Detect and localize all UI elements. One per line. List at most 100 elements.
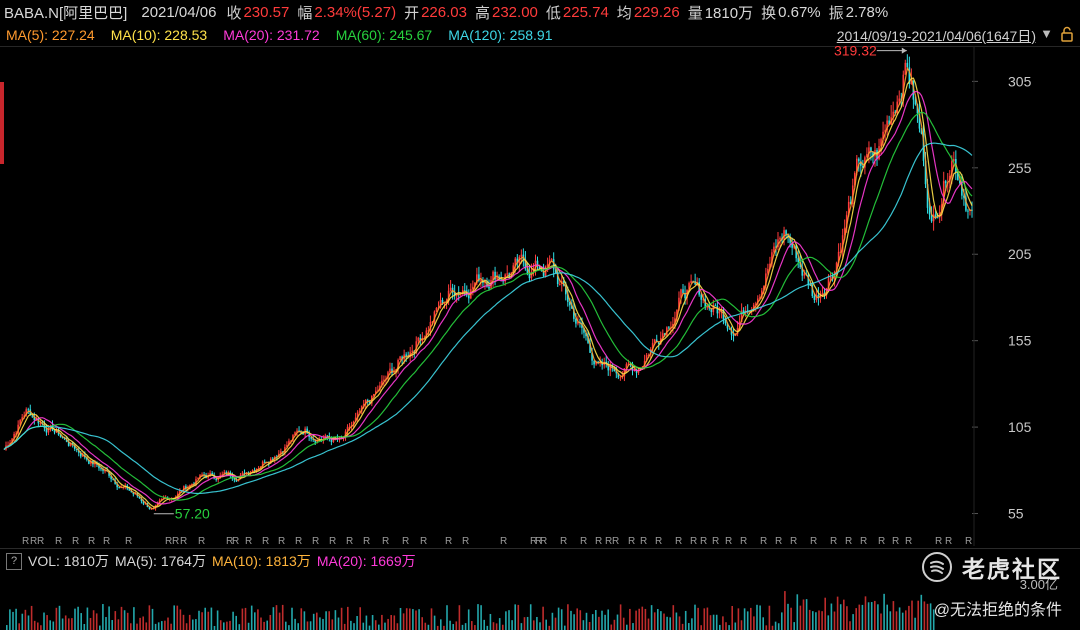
volume-bar — [793, 622, 795, 630]
volume-bar — [148, 605, 151, 630]
price-chart[interactable]: 55105155205255305319.3257.20R R R R R R R R R R R R… — [0, 46, 1080, 546]
volume-bar — [660, 611, 662, 630]
volume-bar — [139, 617, 141, 630]
volume-bar — [24, 609, 27, 630]
volume-bar — [359, 607, 361, 630]
volume-bar — [80, 613, 82, 630]
volume-bar — [254, 612, 256, 630]
volume-bar — [309, 621, 312, 630]
volume-bar — [384, 622, 386, 630]
low-label: 低 — [545, 4, 561, 22]
ma20-label: MA(20): 231.72 — [223, 27, 320, 43]
volume-bar — [768, 605, 771, 630]
volume-bar — [632, 623, 634, 630]
low-annotation: 57.20 — [175, 506, 210, 522]
volume-bar — [833, 611, 836, 630]
volume-bar — [272, 607, 275, 630]
volume-bar — [889, 611, 892, 630]
volume-bar — [164, 620, 166, 630]
candle-body — [813, 296, 816, 300]
volume-bar — [418, 609, 420, 630]
volume-bar — [604, 614, 606, 630]
r-marker: R — [580, 536, 587, 546]
volume-bar — [784, 591, 786, 630]
volume-bar — [170, 623, 172, 630]
volume-bar — [328, 611, 330, 630]
volume-bar — [895, 611, 898, 630]
volume-bar — [753, 616, 755, 630]
volume-bar — [68, 618, 70, 630]
date-range-selector[interactable]: 2014/09/19-2021/04/06(1647日) — [837, 26, 1036, 46]
volume-bar — [263, 621, 265, 630]
r-marker: R — [760, 536, 767, 546]
volume-bar — [821, 611, 823, 630]
r-marker: R — [965, 536, 972, 546]
volume-bar — [529, 604, 532, 630]
volume-bar — [18, 623, 20, 630]
r-marker: R — [810, 536, 817, 546]
r-marker: R — [245, 536, 252, 546]
y-tick-label-1: 105 — [1008, 419, 1032, 435]
candle-body — [550, 259, 553, 261]
volume-bar — [647, 618, 650, 630]
r-marker: R — [125, 536, 132, 546]
volume-bar — [443, 625, 445, 630]
close-label: 收 — [226, 4, 242, 22]
r-marker: R — [612, 536, 619, 546]
volume-bar — [21, 613, 24, 630]
volume-bar — [291, 607, 293, 630]
volume-bar — [294, 618, 296, 630]
volume-bar — [204, 607, 206, 630]
r-marker: R — [628, 536, 635, 546]
help-icon[interactable]: ? — [6, 552, 22, 570]
volume-bar — [120, 606, 123, 630]
candle-body — [783, 230, 785, 240]
volume-bar — [908, 605, 910, 630]
high-pointer-arrow — [901, 47, 907, 54]
volume-bar — [712, 614, 715, 630]
volume-bar — [102, 604, 104, 630]
candle-body — [118, 487, 120, 489]
r-marker: R — [329, 536, 336, 546]
volume-bar — [49, 620, 51, 630]
volume-bar — [929, 603, 932, 630]
volume-bar — [533, 620, 535, 630]
volume-bar — [638, 608, 640, 630]
candle-body — [716, 305, 719, 314]
volume-bar — [886, 604, 888, 630]
volume-bar — [390, 615, 392, 630]
range-dropdown-icon[interactable]: ▼ — [1040, 26, 1053, 41]
volume-bar — [427, 624, 430, 630]
volume-indicator-bar: ? VOL: 1810万 MA(5): 1764万 MA(10): 1813万 … — [0, 548, 1080, 573]
candle-body — [488, 286, 490, 289]
y-tick-label-2: 155 — [1008, 333, 1032, 349]
volume-bar — [883, 593, 885, 630]
volume-bar — [126, 612, 129, 630]
r-marker: R — [945, 536, 952, 546]
volume-bar — [316, 612, 318, 630]
volume-bar — [89, 617, 92, 630]
volume-bar — [477, 604, 479, 630]
volume-bar — [362, 622, 365, 630]
volume-bar — [926, 603, 929, 630]
lock-icon[interactable] — [1060, 26, 1074, 42]
high-value: 232.00 — [492, 3, 538, 21]
volume-bar — [167, 617, 169, 630]
volume-bar — [449, 620, 451, 630]
volume-bar — [136, 623, 138, 630]
volume-bar — [669, 617, 671, 630]
volume-bar — [607, 609, 609, 630]
volume-bar — [46, 615, 48, 630]
r-marker: R — [595, 536, 602, 546]
volume-bar — [852, 614, 854, 630]
volume-bar — [365, 615, 368, 630]
volume-label: 量 — [687, 4, 703, 22]
candle-body — [682, 289, 684, 294]
volume-bar — [765, 625, 768, 630]
volume-bar — [241, 608, 244, 630]
volume-bar — [260, 617, 262, 630]
volume-bar — [130, 623, 132, 630]
r-marker: R — [878, 536, 885, 546]
volume-bar — [374, 620, 377, 630]
volume-bar — [378, 624, 380, 630]
